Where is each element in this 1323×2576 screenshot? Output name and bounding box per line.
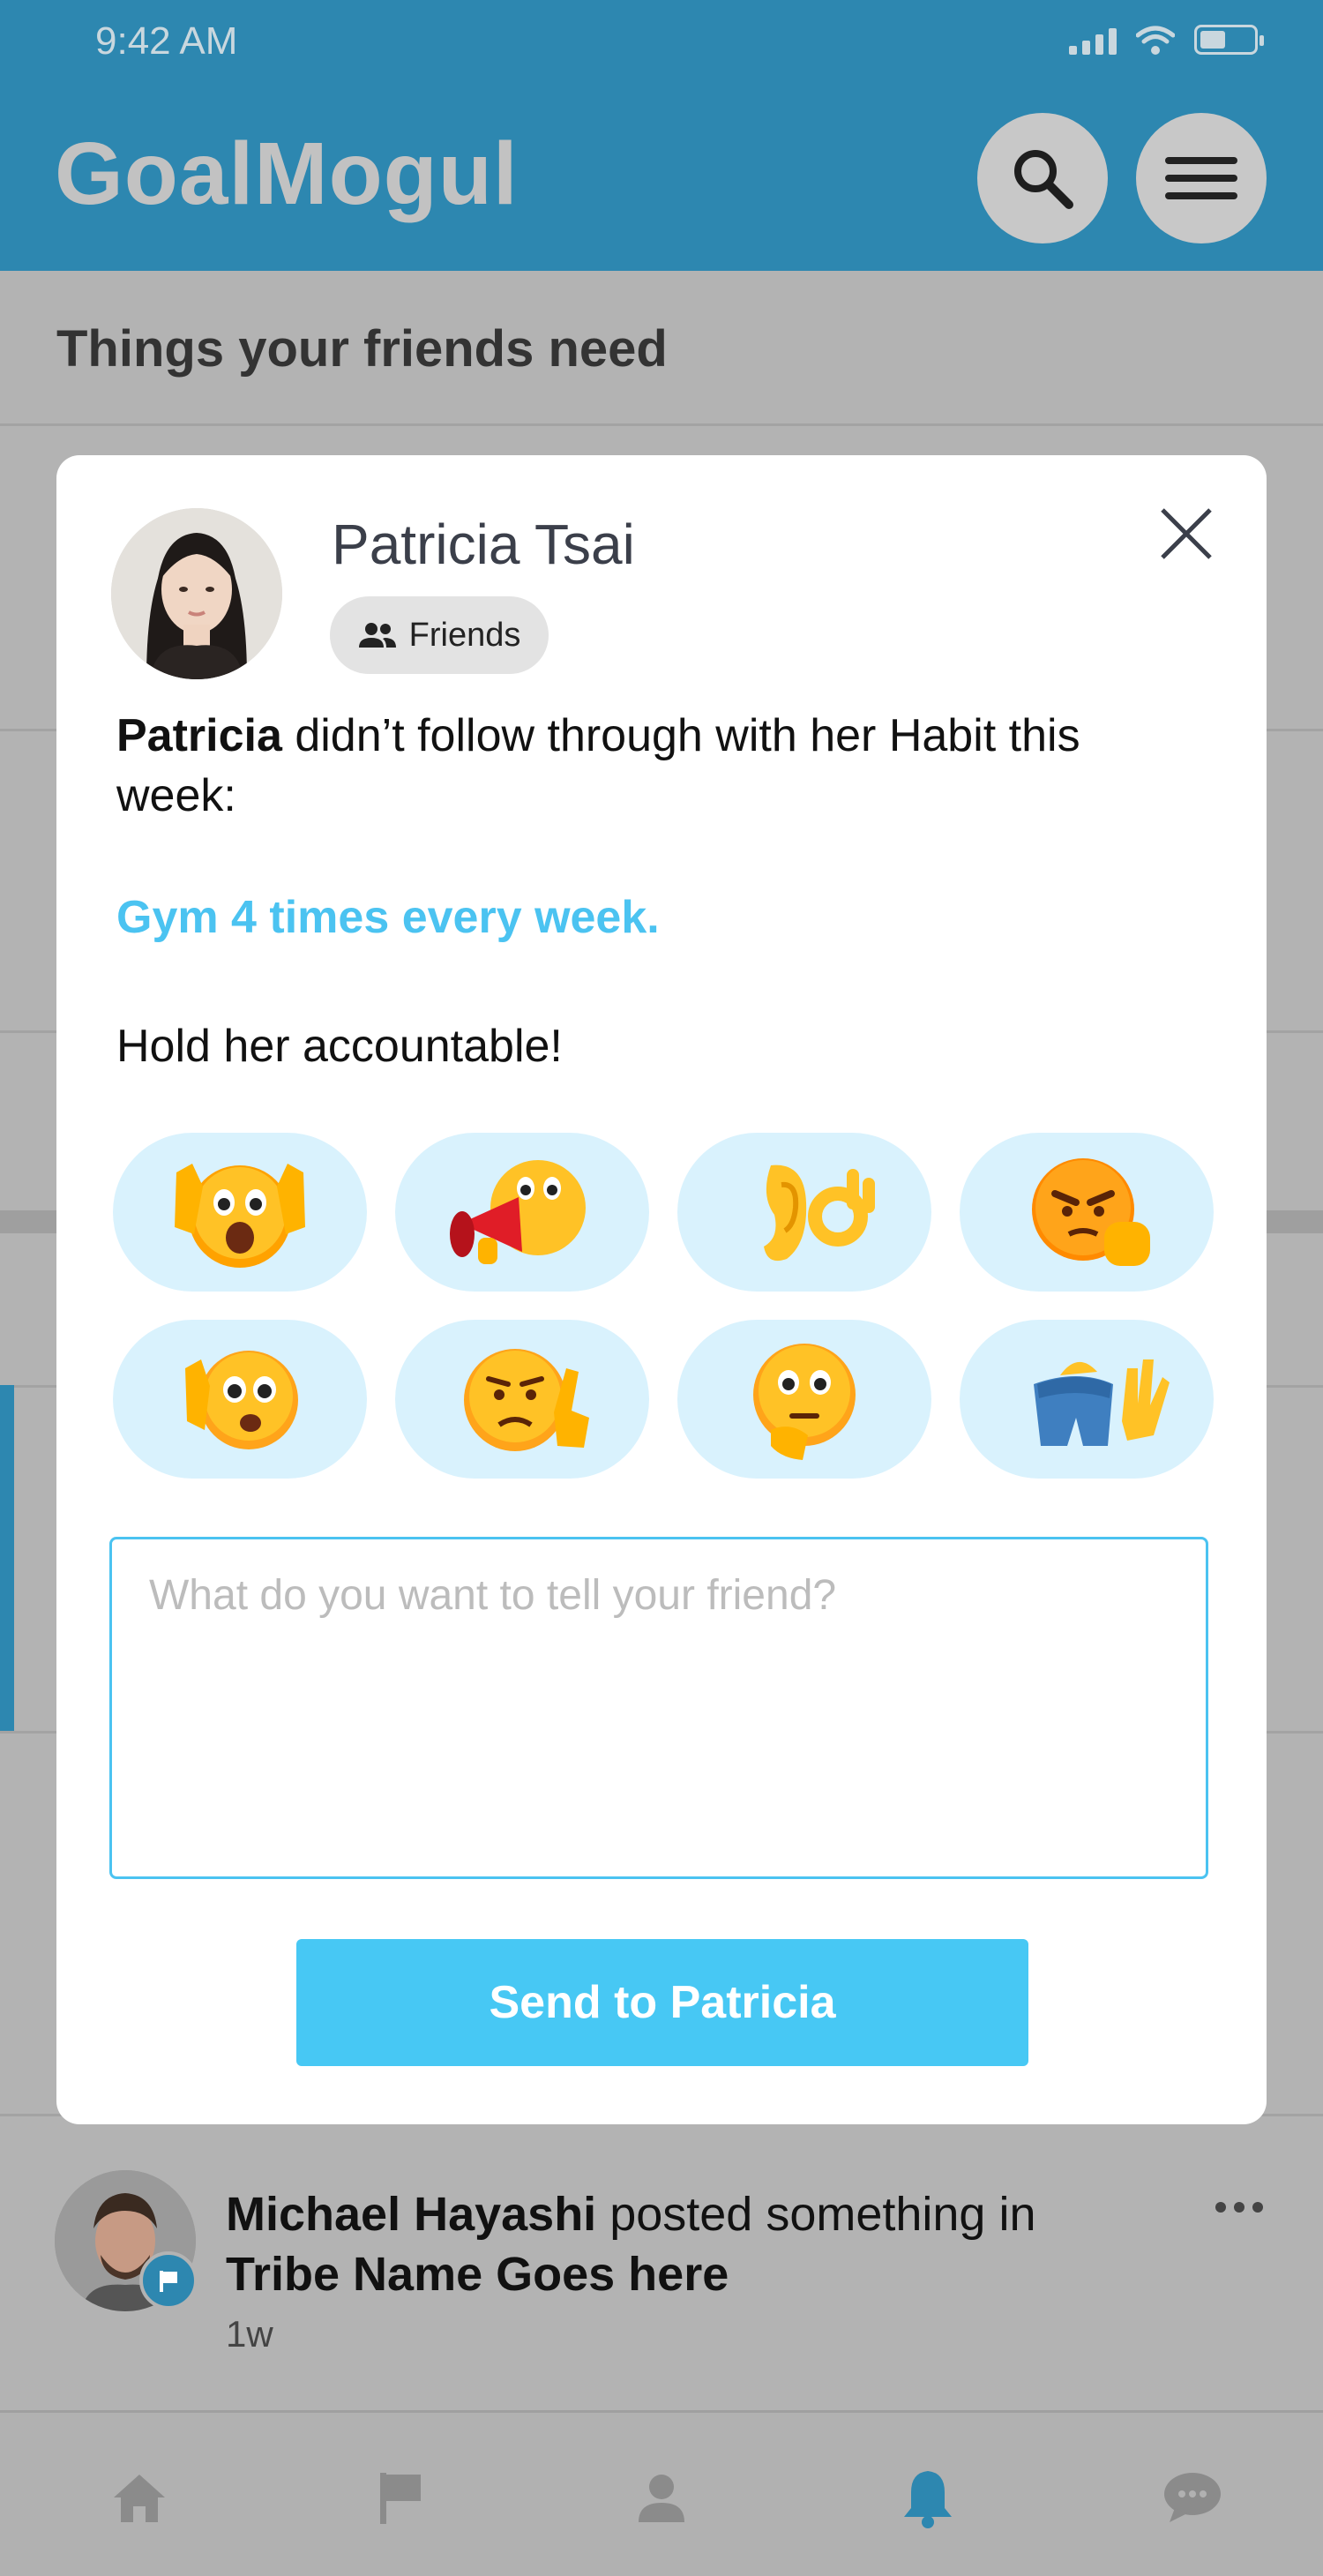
post-action: posted something in: [596, 2188, 1036, 2241]
people-icon: [358, 623, 396, 648]
reaction-button[interactable]: [395, 1133, 649, 1292]
friends-label: Friends: [408, 616, 521, 654]
avatar[interactable]: [111, 508, 282, 679]
home-icon: [114, 2475, 165, 2522]
bottom-nav: [0, 2410, 1323, 2576]
tribe-badge: [139, 2251, 198, 2310]
status-icons: [1069, 25, 1264, 55]
friends-badge: Friends: [330, 596, 549, 674]
scream-hands-emoji-icon: [175, 1164, 305, 1268]
habit-title[interactable]: Gym 4 times every week.: [116, 891, 660, 944]
post-text: Michael Hayashi posted something in Trib…: [226, 2184, 1152, 2304]
shocked-hand-emoji-icon: [185, 1351, 298, 1449]
post-author[interactable]: Michael Hayashi: [226, 2188, 596, 2241]
flag-icon: [380, 2473, 421, 2524]
reaction-button[interactable]: [677, 1133, 931, 1292]
highlight-bar: [0, 1385, 14, 1731]
post-timestamp: 1w: [226, 2313, 273, 2355]
search-icon: [1014, 150, 1073, 209]
cellular-signal-icon: [1069, 25, 1117, 55]
menu-icon: [1165, 146, 1237, 210]
nav-chat[interactable]: [1159, 2464, 1226, 2531]
nav-profile[interactable]: [628, 2464, 695, 2531]
reaction-button[interactable]: [395, 1320, 649, 1479]
angry-fist-emoji-icon: [1032, 1158, 1150, 1266]
megaphone-emoji-icon: [450, 1160, 586, 1264]
nav-home[interactable]: [106, 2464, 173, 2531]
section-title: Things your friends need: [56, 320, 668, 378]
status-time: 9:42 AM: [95, 19, 238, 63]
close-icon[interactable]: [1150, 498, 1222, 570]
reaction-button[interactable]: [960, 1133, 1214, 1292]
ear-ok-emoji-icon: [764, 1164, 875, 1262]
thinking-emoji-icon: [753, 1344, 856, 1460]
reaction-grid: [113, 1133, 1215, 1479]
user-name[interactable]: Patricia Tsai: [332, 512, 635, 577]
reaction-button[interactable]: [960, 1320, 1214, 1479]
send-button[interactable]: Send to Patricia: [296, 1939, 1028, 2066]
flag-icon: [160, 2271, 177, 2292]
habit-message: Patricia didn’t follow through with her …: [116, 706, 1210, 826]
app-logo: GoalMogul: [55, 124, 519, 223]
more-options-icon[interactable]: [1215, 2202, 1263, 2213]
message-first-name: Patricia: [116, 710, 282, 761]
search-button[interactable]: [977, 113, 1108, 243]
profile-icon: [639, 2475, 684, 2522]
menu-button[interactable]: [1136, 113, 1267, 243]
reaction-button[interactable]: [677, 1320, 931, 1479]
chat-icon: [1164, 2473, 1221, 2522]
butt-wave-emoji-icon: [1034, 1359, 1170, 1446]
app-header: 9:42 AM GoalMogul: [0, 0, 1323, 271]
bell-icon: [904, 2471, 952, 2528]
accountability-modal: Patricia Tsai Friends Patricia didn’t fo…: [56, 455, 1267, 2124]
post-tribe[interactable]: Tribe Name Goes here: [226, 2248, 729, 2301]
divider: [0, 423, 1323, 426]
frown-pointing-emoji-icon: [464, 1349, 589, 1451]
nav-goals[interactable]: [367, 2464, 434, 2531]
reaction-button[interactable]: [113, 1133, 367, 1292]
message-input[interactable]: What do you want to tell your friend?: [109, 1537, 1208, 1879]
battery-icon: [1194, 25, 1264, 55]
wifi-icon: [1136, 26, 1175, 55]
nav-notifications[interactable]: [894, 2464, 961, 2531]
reaction-button[interactable]: [113, 1320, 367, 1479]
accountability-prompt: Hold her accountable!: [116, 1021, 563, 1072]
